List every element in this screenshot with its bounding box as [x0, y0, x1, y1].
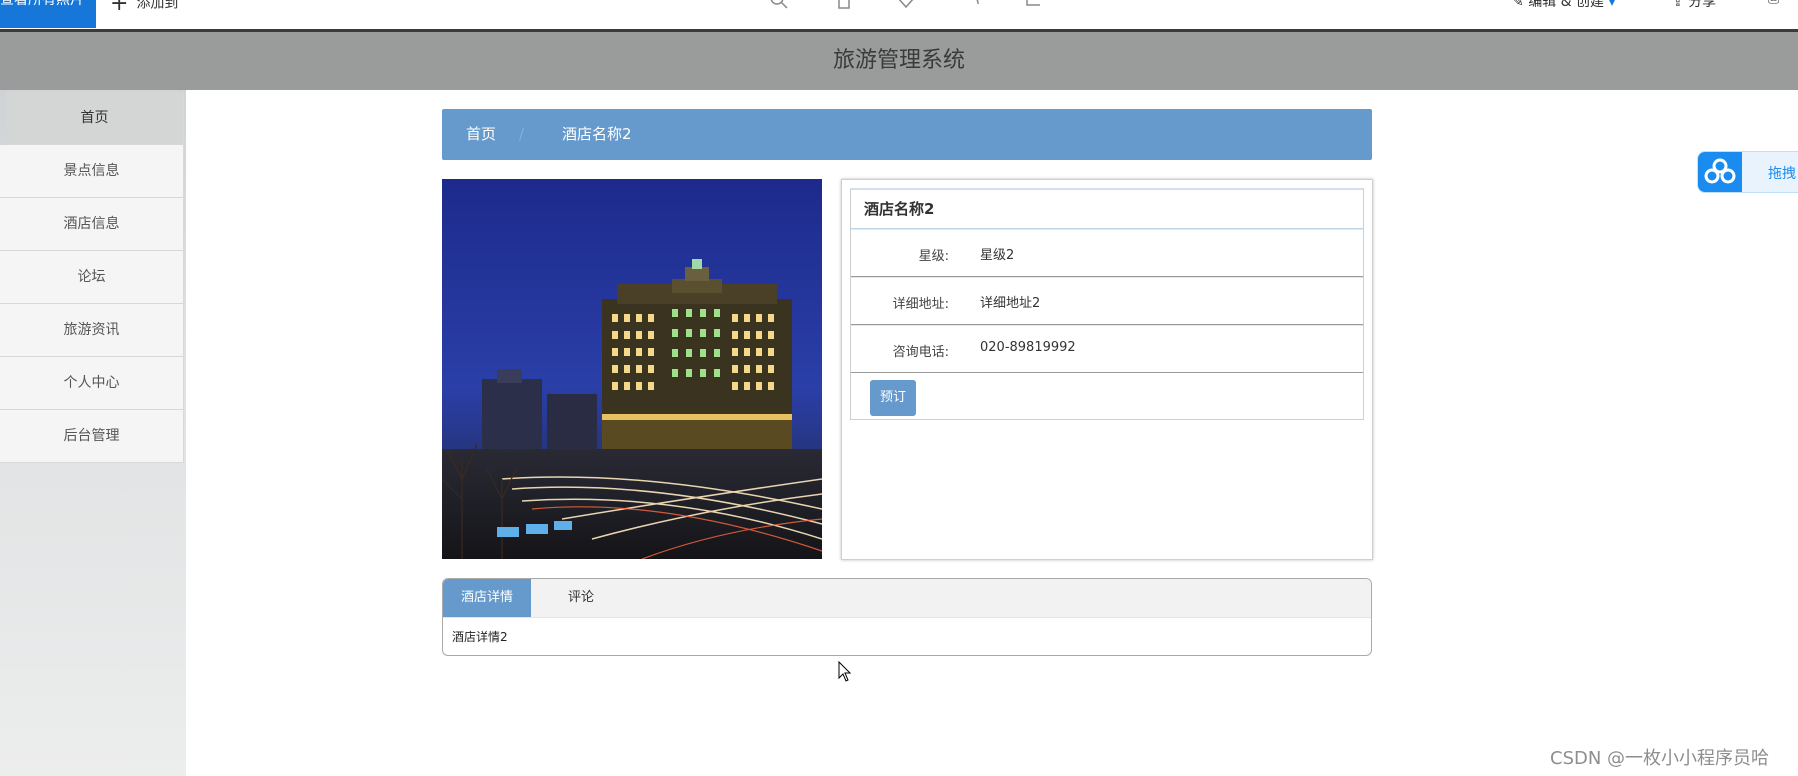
mouse-cursor-icon	[838, 661, 852, 682]
sidebar-item-travel-news[interactable]: 旅游资讯	[0, 304, 184, 357]
sidebar-item-home[interactable]: 首页	[6, 92, 184, 145]
delete-icon[interactable]	[834, 0, 854, 10]
address-value: 详细地址2	[980, 296, 1041, 311]
hotel-name: 酒店名称2	[851, 190, 1363, 229]
info-row-phone: 咨询电话: 020-89819992	[851, 325, 1363, 373]
tabs-header: 酒店详情 评论	[443, 579, 1371, 618]
detail-tabs: 酒店详情 评论 酒店详情2	[442, 578, 1372, 656]
add-to-label: 添加到	[136, 0, 179, 12]
breadcrumb-separator: /	[519, 125, 525, 143]
share-icon: ⇪	[1672, 0, 1684, 10]
info-row-star-level: 星级: 星级2	[851, 229, 1363, 277]
address-label: 详细地址:	[892, 297, 949, 312]
info-row-address: 详细地址: 详细地址2	[851, 277, 1363, 325]
tab-hotel-details[interactable]: 酒店详情	[443, 579, 531, 617]
edit-create-button[interactable]: ✎ 编辑 & 创建 ▾	[1512, 0, 1616, 11]
drag-widget[interactable]: 拖拽	[1697, 151, 1798, 193]
phone-value: 020-89819992	[980, 340, 1076, 355]
view-all-photos-button[interactable]: 查看所有照片	[0, 0, 96, 28]
plus-icon: +	[110, 0, 129, 16]
star-level-value: 星级2	[980, 248, 1015, 263]
sidebar-item-personal-center[interactable]: 个人中心	[0, 357, 184, 410]
drag-label: 拖拽	[1768, 166, 1796, 182]
sidebar-item-hotels[interactable]: 酒店信息	[0, 198, 184, 251]
breadcrumb-home-link[interactable]: 首页	[466, 109, 496, 160]
hotel-info-card: 酒店名称2 星级: 星级2 详细地址: 详细地址2 咨询电话: 020-8981…	[850, 188, 1364, 420]
chevron-down-icon: ▾	[1608, 0, 1616, 10]
sidebar-item-forum[interactable]: 论坛	[0, 251, 184, 304]
edit-icon: ✎	[1512, 0, 1524, 10]
crop-icon[interactable]	[1022, 0, 1042, 10]
share-button[interactable]: ⇪ 分享	[1672, 0, 1716, 11]
breadcrumb: 首页 / 酒店名称2	[442, 109, 1372, 160]
cloud-icon	[1698, 152, 1742, 192]
viewer-toolbar: 查看所有照片 + 添加到 ✎ 编辑 & 创建 ▾ ⇪ 分享 ⎙	[0, 0, 1798, 32]
phone-label: 咨询电话:	[892, 345, 949, 360]
page-title: 旅游管理系统	[832, 48, 965, 73]
share-label: 分享	[1688, 0, 1717, 10]
tab-content: 酒店详情2	[452, 630, 508, 644]
sidebar: 首页 景点信息 酒店信息 论坛 旅游资讯 个人中心 后台管理	[0, 90, 186, 776]
book-button[interactable]: 预订	[870, 380, 916, 416]
app-header: 旅游管理系统	[0, 32, 1798, 90]
add-to-button[interactable]: + 添加到	[110, 0, 178, 16]
hotel-info-panel: 酒店名称2 星级: 星级2 详细地址: 详细地址2 咨询电话: 020-8981…	[841, 179, 1373, 560]
breadcrumb-current: 酒店名称2	[562, 125, 632, 143]
sidebar-item-attractions[interactable]: 景点信息	[0, 145, 184, 198]
star-level-label: 星级:	[918, 249, 949, 264]
info-actions: 预订	[851, 373, 1363, 419]
edit-create-label: 编辑 & 创建	[1528, 0, 1605, 10]
tab-comments[interactable]: 评论	[531, 579, 631, 617]
watermark: CSDN @一枚小小程序员哈	[1550, 748, 1770, 769]
zoom-icon[interactable]	[769, 0, 789, 10]
hotel-photo	[442, 179, 822, 559]
print-icon[interactable]: ⎙	[1768, 0, 1779, 7]
favorite-icon[interactable]	[896, 0, 916, 10]
sidebar-item-admin[interactable]: 后台管理	[0, 410, 184, 463]
rotate-icon[interactable]	[964, 0, 984, 10]
